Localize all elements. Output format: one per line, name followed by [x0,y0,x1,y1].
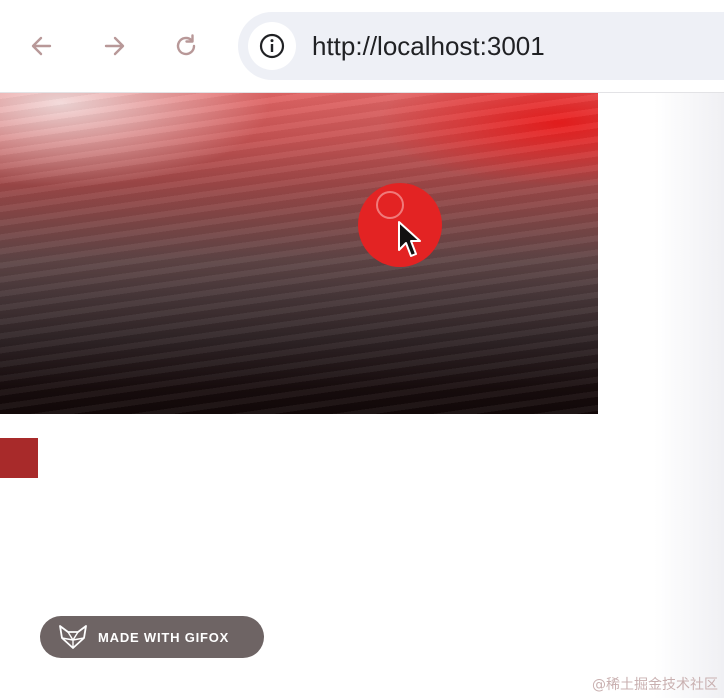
back-arrow-icon [31,36,52,56]
fox-logo-icon [59,625,87,649]
click-ring [376,191,404,219]
cursor-icon [398,221,421,257]
info-icon [259,33,285,59]
browser-toolbar: http://localhost:3001 [0,0,724,93]
address-bar[interactable]: http://localhost:3001 [238,12,724,80]
gifox-badge: MADE WITH GIFOX [40,616,264,658]
url-text[interactable]: http://localhost:3001 [312,31,545,62]
watermark: @稀土掘金技术社区 [592,677,718,693]
page-edge-shadow [654,93,724,698]
gradient-image [0,93,598,414]
back-button[interactable] [24,28,60,64]
forward-arrow-icon [104,36,125,56]
image-texture [0,93,598,414]
forward-button[interactable] [96,28,132,64]
site-info-button[interactable] [248,22,296,70]
reload-button[interactable] [168,28,204,64]
badge-label: MADE WITH GIFOX [98,629,230,645]
color-swatch[interactable] [0,438,38,478]
reload-icon [176,34,196,56]
